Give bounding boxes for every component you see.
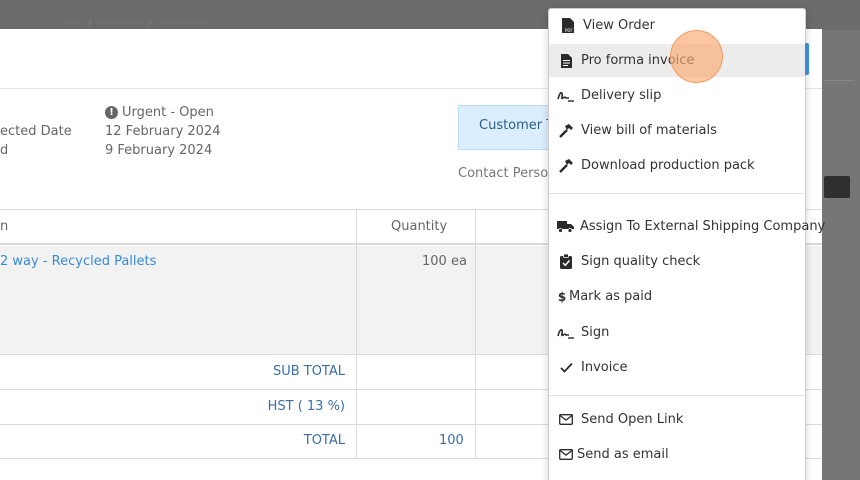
signature-icon <box>557 88 575 104</box>
menu-item-label: Send Open Link <box>581 412 684 427</box>
click-indicator <box>670 30 723 83</box>
signature-icon <box>557 325 575 341</box>
check-icon <box>557 360 575 376</box>
menu-item-sign-quality-check[interactable]: Sign quality check <box>549 245 805 278</box>
customer-tab-label: Customer T <box>479 118 555 133</box>
contact-person-label: Contact Person <box>458 166 557 181</box>
status-line: ! Urgent - Open <box>105 103 221 122</box>
menu-item-label: Assign To External Shipping Company <box>580 219 826 234</box>
menu-item-delivery-slip[interactable]: Delivery slip <box>549 79 805 112</box>
column-header-item: n <box>0 219 9 234</box>
expected-date-value: 12 February 2024 <box>105 124 221 139</box>
menu-item-mark-as-paid[interactable]: $ Mark as paid <box>549 280 805 313</box>
document-icon <box>557 53 575 69</box>
clipboard-check-icon <box>557 254 575 270</box>
menu-item-sign[interactable]: Sign <box>549 316 805 349</box>
exclamation-circle-icon: ! <box>105 106 118 119</box>
menu-item-label: Invoice <box>581 360 628 375</box>
menu-item-label: Sign quality check <box>581 254 701 269</box>
order-meta-labels: ected Date d <box>0 103 72 160</box>
column-divider <box>475 210 476 459</box>
menu-divider <box>549 193 805 194</box>
menu-item-invoice[interactable]: Invoice <box>549 351 805 384</box>
item-link[interactable]: 2 way - Recycled Pallets <box>0 254 156 269</box>
menu-item-label: Download production pack <box>581 158 755 173</box>
background-side-panel <box>822 30 860 480</box>
menu-item-label: Delivery slip <box>581 88 662 103</box>
envelope-icon <box>557 447 575 463</box>
menu-item-label: View bill of materials <box>581 123 717 138</box>
menu-item-label: Mark as paid <box>569 289 653 304</box>
hammer-icon <box>557 123 575 139</box>
expected-date-label: ected Date <box>0 124 72 139</box>
actions-dropdown: PDF View Order Pro forma invoice Deliver… <box>548 8 825 480</box>
menu-item-label: Send as email <box>577 447 669 462</box>
envelope-icon <box>557 412 575 428</box>
dollar-icon: $ <box>557 289 567 304</box>
column-divider <box>356 210 357 459</box>
tax-label: HST ( 13 %) <box>267 399 345 414</box>
total-label: TOTAL <box>303 433 345 448</box>
total-value: 100 <box>439 433 464 448</box>
menu-item-send-as-email[interactable]: Send as email <box>549 438 805 471</box>
pdf-file-icon: PDF <box>559 17 577 34</box>
item-quantity: 100 ea <box>422 254 467 269</box>
column-header-quantity: Quantity <box>391 219 448 234</box>
background-button <box>824 176 850 198</box>
menu-item-assign-external-shipping[interactable]: Assign To External Shipping Company <box>549 210 825 243</box>
svg-text:PDF: PDF <box>565 28 573 33</box>
active-item-edge <box>805 43 809 75</box>
subtotal-label: SUB TOTAL <box>272 364 345 379</box>
menu-item-label: View Order <box>583 18 655 33</box>
menu-item-view-bill-of-materials[interactable]: View bill of materials <box>549 114 805 147</box>
menu-item-send-open-link[interactable]: Send Open Link <box>549 403 805 436</box>
ordered-date-label: d <box>0 143 9 158</box>
menu-divider <box>549 395 805 396</box>
breadcrumb: ······ / ············ / ·············· <box>60 16 213 29</box>
menu-item-download-production-pack[interactable]: Download production pack <box>549 149 805 182</box>
order-meta-values: ! Urgent - Open 12 February 2024 9 Febru… <box>105 103 221 160</box>
ordered-date-value: 9 February 2024 <box>105 143 213 158</box>
hammer-icon <box>557 158 575 174</box>
background-divider <box>824 80 854 81</box>
truck-icon <box>557 219 574 235</box>
status-text: Urgent - Open <box>122 105 214 120</box>
menu-item-label: Sign <box>581 325 610 340</box>
